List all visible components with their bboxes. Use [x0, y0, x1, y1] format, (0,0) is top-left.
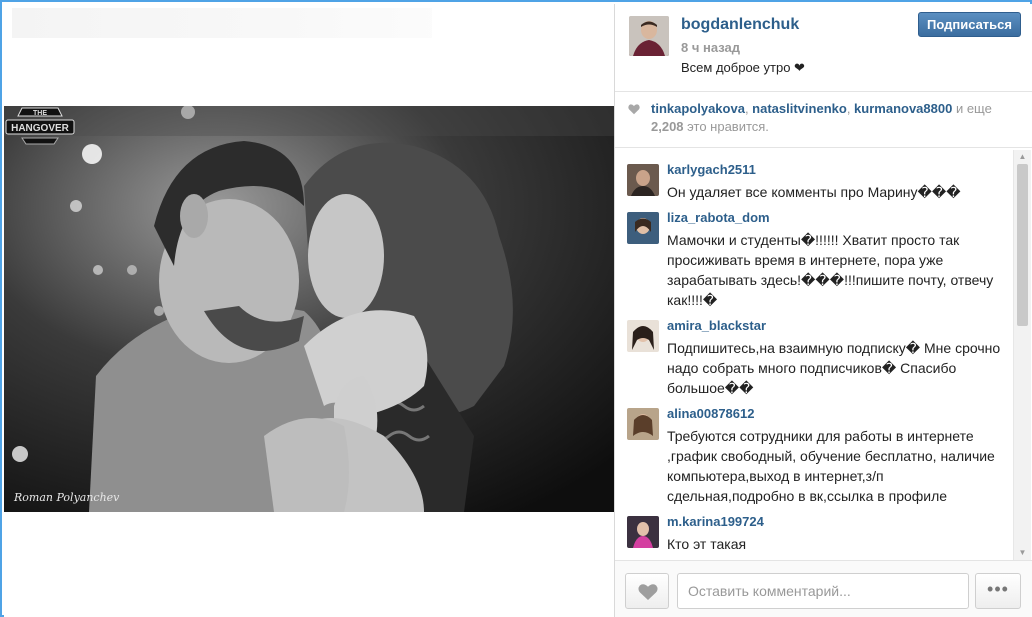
comments-list[interactable]: karlygach2511 Он удаляет все комменты пр… [615, 150, 1015, 560]
photo-area: Roman Polyanchev THE HANGOVER [4, 4, 614, 617]
comment-avatar[interactable] [627, 212, 659, 244]
comment-text: Мамочки и студенты�!!!!!! Хватит просто … [667, 232, 994, 308]
comment-username[interactable]: liza_rabota_dom [667, 210, 770, 225]
watermark-line1: THE [33, 110, 47, 117]
faded-header-strip [12, 8, 432, 38]
comment-text: Требуются сотрудники для работы в интерн… [667, 428, 995, 504]
heart-icon [628, 104, 640, 115]
likes-count[interactable]: 2,208 [651, 119, 684, 134]
comment-text: Кто эт такая [667, 536, 747, 552]
post-username[interactable]: bogdanlenchuk [681, 16, 799, 34]
comment-input[interactable] [677, 573, 969, 609]
comment-username[interactable]: alina00878612 [667, 406, 754, 421]
like-button[interactable] [625, 573, 669, 609]
liker-link[interactable]: nataslitvinenko [752, 101, 847, 116]
comment-footer: ••• [615, 560, 1032, 617]
comments-scrollbar[interactable]: ▲ ▼ [1013, 150, 1031, 560]
post-photo[interactable]: Roman Polyanchev THE HANGOVER [4, 106, 614, 512]
likes-and-more: и еще [952, 101, 992, 116]
comment-username[interactable]: amira_blackstar [667, 318, 766, 333]
comment-username[interactable]: karlygach2511 [667, 162, 756, 177]
scroll-thumb[interactable] [1017, 164, 1028, 326]
avatar[interactable] [629, 16, 669, 56]
scroll-up-arrow-icon[interactable]: ▲ [1014, 150, 1031, 164]
follow-button[interactable]: Подписаться [917, 12, 1021, 37]
likes-section: tinkapolyakova, nataslitvinenko, kurmano… [615, 92, 1032, 148]
comment-avatar[interactable] [627, 408, 659, 440]
post-time[interactable]: 8 ч назад [681, 40, 740, 55]
comment-text: Он удаляет все комменты про Марину��� [667, 184, 961, 200]
hangover-logo: THE HANGOVER [5, 107, 75, 145]
photo-credit: Roman Polyanchev [14, 491, 120, 504]
comment-text: Подпишитесь,на взаимную подписку� Мне ср… [667, 340, 1001, 396]
comment-avatar[interactable] [627, 320, 659, 352]
instagram-post-window: Roman Polyanchev THE HANGOVER bogdanlenc [0, 0, 1032, 617]
liker-link[interactable]: kurmanova8800 [854, 101, 952, 116]
post-caption: Всем доброе утро ❤ [681, 60, 805, 75]
heart-icon [638, 584, 658, 600]
post-side-panel: bogdanlenchuk 8 ч назад Всем доброе утро… [614, 4, 1032, 617]
likes-text: tinkapolyakova, nataslitvinenko, kurmano… [651, 100, 1021, 136]
comment-avatar[interactable] [627, 164, 659, 196]
comment-username[interactable]: m.karina199724 [667, 514, 764, 529]
likes-separator: , [846, 101, 855, 116]
watermark-line2: HANGOVER [11, 123, 70, 134]
comment-avatar[interactable] [627, 516, 659, 548]
ellipsis-icon[interactable]: ••• [975, 573, 1021, 609]
likes-suffix: это нравится. [683, 119, 769, 134]
liker-link[interactable]: tinkapolyakova [651, 101, 745, 116]
photo-illustration [4, 106, 614, 512]
post-header: bogdanlenchuk 8 ч назад Всем доброе утро… [615, 4, 1032, 92]
scroll-down-arrow-icon[interactable]: ▼ [1014, 546, 1031, 560]
